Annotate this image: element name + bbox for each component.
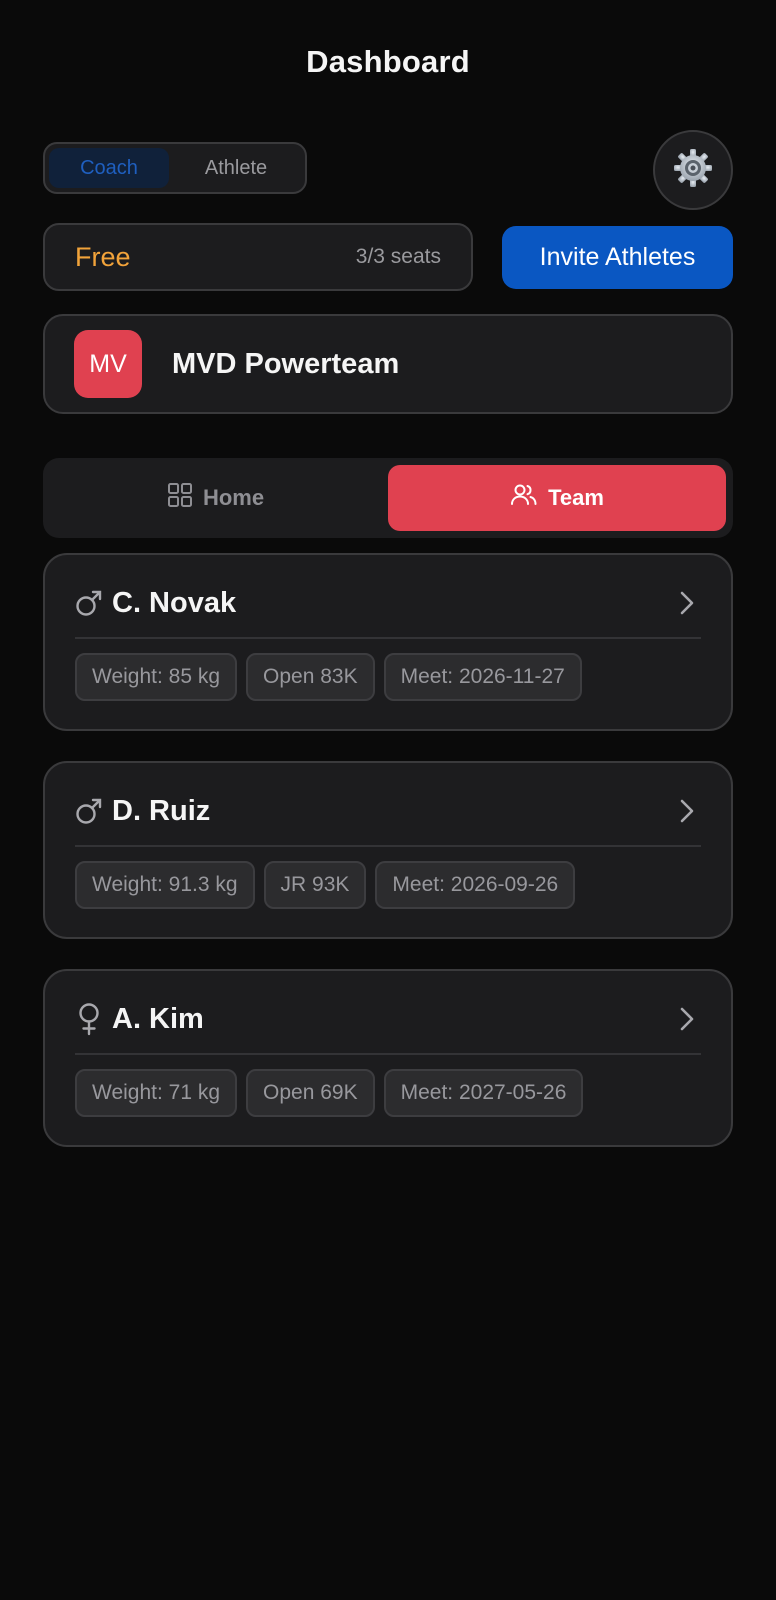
tab-team-label: Team — [548, 485, 604, 510]
athlete-header: D. Ruiz — [75, 791, 701, 831]
invite-athletes-button[interactable]: Invite Athletes — [502, 226, 733, 289]
category-chip: Open 69K — [246, 1069, 375, 1117]
grid-icon — [167, 482, 203, 514]
nav-tabs: Home Team — [43, 458, 733, 538]
chevron-right-icon — [673, 794, 701, 828]
athlete-card[interactable]: A. Kim Weight: 71 kg Open 69K Meet: 2027… — [43, 969, 733, 1147]
divider — [75, 845, 701, 847]
plan-name: Free — [75, 241, 131, 272]
weight-chip: Weight: 91.3 kg — [75, 861, 255, 909]
tab-home-label: Home — [202, 485, 265, 510]
weight-chip: Weight: 85 kg — [75, 653, 238, 701]
tab-home[interactable]: Home — [43, 465, 388, 531]
athlete-chips: Weight: 85 kg Open 83K Meet: 2026-11-27 — [75, 653, 591, 701]
divider — [75, 637, 701, 639]
dashboard-screen: Dashboard Coach Athlete Free 3/3 seats I… — [0, 0, 776, 1600]
meet-chip: Meet: 2026-11-27 — [383, 653, 582, 701]
athlete-name: A. Kim — [112, 1002, 204, 1035]
plan-status: Free 3/3 seats — [43, 223, 473, 291]
meet-chip: Meet: 2026-09-26 — [375, 861, 576, 909]
team-card[interactable]: MV MVD Powerteam — [43, 314, 733, 414]
weight-chip: Weight: 71 kg — [75, 1069, 238, 1117]
category-chip: Open 83K — [246, 653, 375, 701]
athlete-chips: Weight: 71 kg Open 69K Meet: 2027-05-26 — [75, 1069, 592, 1117]
settings-button[interactable] — [653, 130, 733, 210]
gear-icon — [673, 148, 713, 193]
athlete-name: C. Novak — [112, 586, 237, 619]
athlete-chips: Weight: 91.3 kg JR 93K Meet: 2026-09-26 — [75, 861, 584, 909]
athlete-header: A. Kim — [75, 999, 701, 1039]
team-avatar: MV — [74, 330, 142, 398]
male-symbol-icon — [75, 586, 103, 620]
athlete-card[interactable]: D. Ruiz Weight: 91.3 kg JR 93K Meet: 202… — [43, 761, 733, 939]
meet-chip: Meet: 2027-05-26 — [383, 1069, 584, 1117]
users-icon — [510, 483, 548, 513]
role-option-athlete[interactable]: Athlete — [171, 148, 301, 188]
role-option-coach[interactable]: Coach — [49, 148, 169, 188]
athlete-card[interactable]: C. Novak Weight: 85 kg Open 83K Meet: 20… — [43, 553, 733, 731]
male-symbol-icon — [75, 794, 103, 828]
athlete-name: D. Ruiz — [112, 794, 211, 827]
seat-count: 3/3 seats — [355, 245, 441, 268]
chevron-right-icon — [673, 1002, 701, 1036]
page-title: Dashboard — [306, 44, 470, 79]
female-symbol-icon — [75, 1002, 103, 1036]
role-toggle: Coach Athlete — [43, 142, 307, 194]
category-chip: JR 93K — [263, 861, 367, 909]
athlete-header: C. Novak — [75, 583, 701, 623]
chevron-right-icon — [673, 586, 701, 620]
tab-team[interactable]: Team — [388, 465, 726, 531]
team-name: MVD Powerteam — [172, 347, 400, 380]
divider — [75, 1053, 701, 1055]
